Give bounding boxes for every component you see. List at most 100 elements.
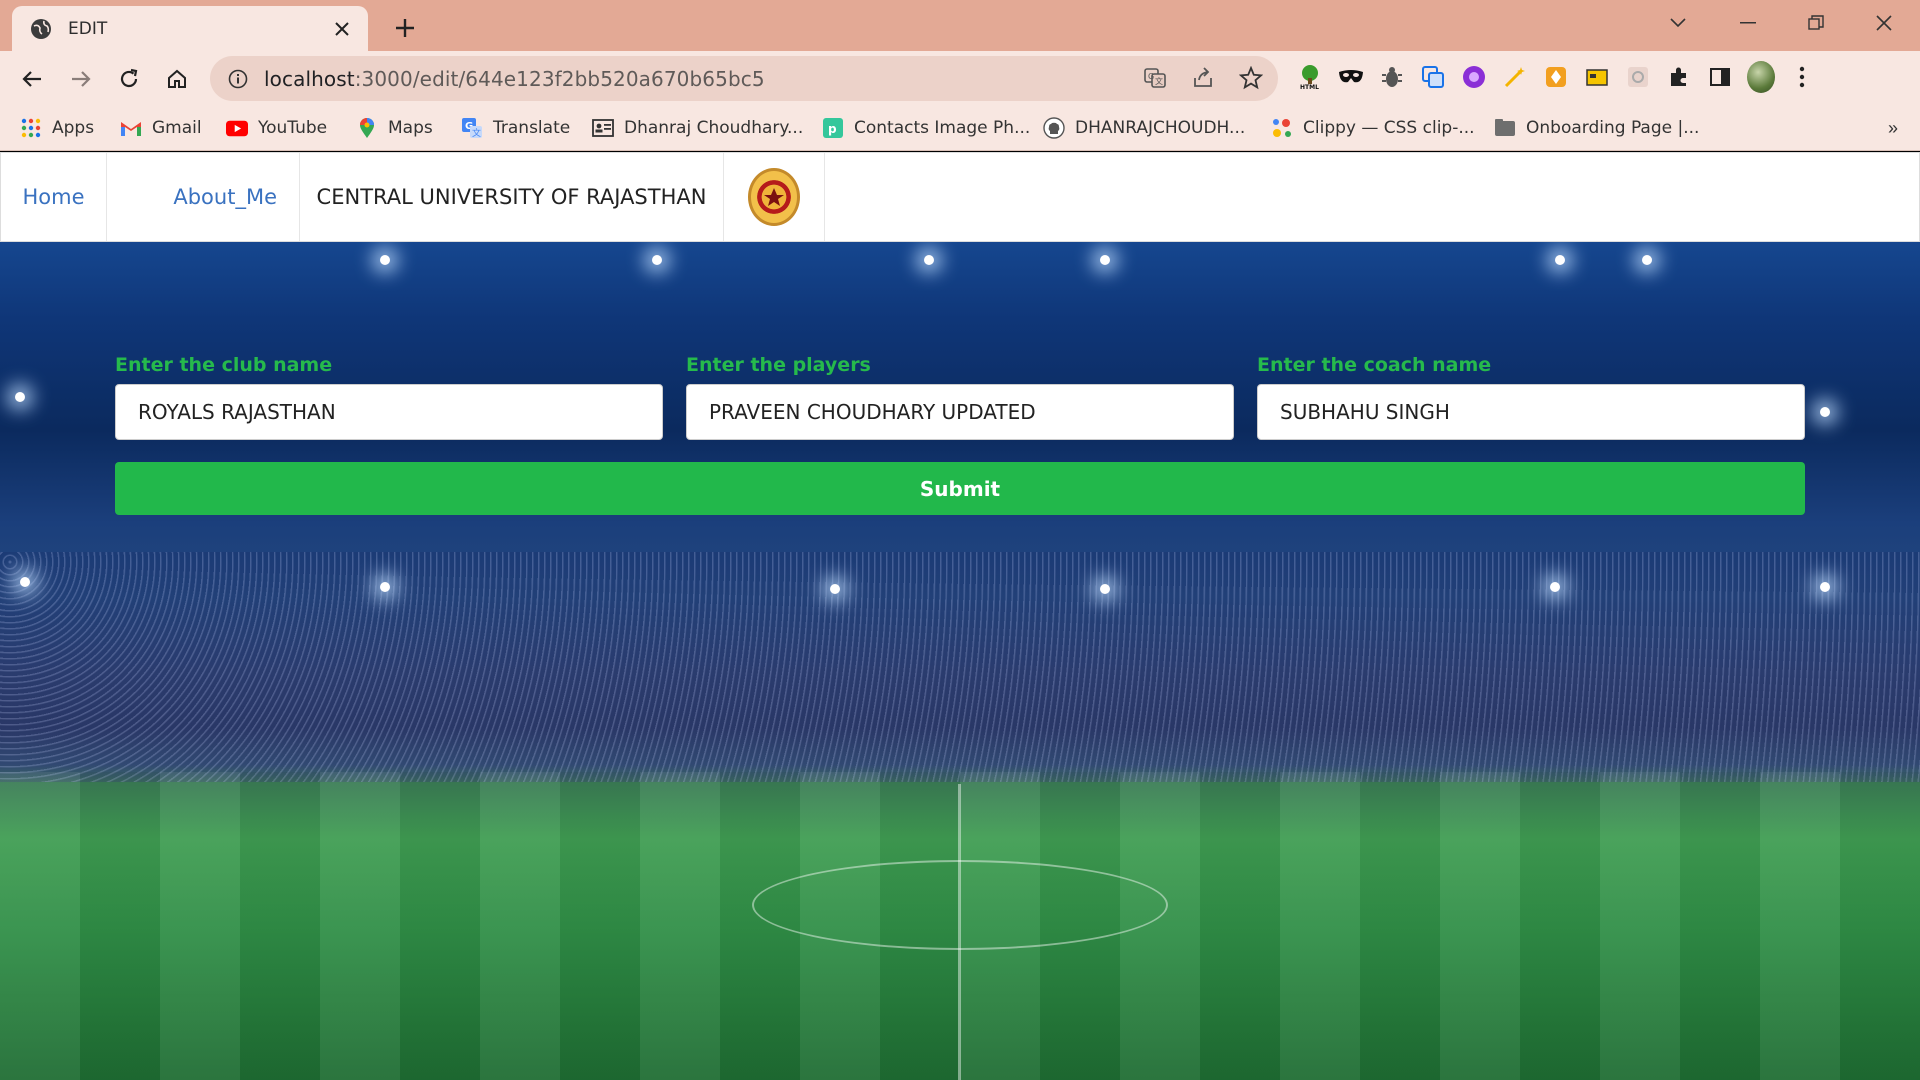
wand-extension-icon[interactable]	[1501, 63, 1529, 91]
stadium-light	[20, 577, 30, 587]
coach-label: Enter the coach name	[1257, 354, 1492, 376]
bookmark-onboarding[interactable]: Onboarding Page |...	[1494, 115, 1699, 141]
coach-field: Enter the coach name	[1257, 352, 1805, 440]
bookmark-label: Contacts Image Ph...	[854, 118, 1031, 138]
bookmark-label: Onboarding Page |...	[1526, 118, 1700, 138]
translate-icon: G文	[461, 117, 483, 139]
orange-extension-icon[interactable]	[1542, 63, 1570, 91]
stadium-light	[15, 392, 25, 402]
new-tab-button[interactable]	[390, 13, 420, 43]
nav-home-link[interactable]: Home	[22, 185, 84, 209]
reload-icon[interactable]	[112, 62, 146, 96]
bookmark-youtube[interactable]: YouTube	[226, 115, 327, 141]
browser-toolbar: localhost:3000/edit/644e123f2bb520a670b6…	[0, 51, 1920, 106]
gmail-icon	[120, 117, 142, 139]
bookmark-clippy[interactable]: Clippy — CSS clip-...	[1271, 115, 1475, 141]
svg-text:文: 文	[472, 127, 481, 139]
bookmark-label: Translate	[493, 118, 571, 138]
browser-tab[interactable]: EDIT	[12, 6, 368, 51]
club-field: Enter the club name	[115, 352, 663, 440]
players-label: Enter the players	[686, 354, 871, 376]
nav-logo-cell	[724, 153, 825, 241]
club-name-input[interactable]	[115, 384, 663, 440]
nav-about-cell: About_Me	[107, 153, 300, 241]
bookmark-dhanraj[interactable]: Dhanraj Choudhary...	[592, 115, 803, 141]
stadium-light	[1820, 407, 1830, 417]
window-close-icon[interactable]	[1862, 8, 1906, 38]
bookmark-label: Apps	[52, 118, 95, 138]
bookmark-label: YouTube	[258, 118, 328, 138]
bookmark-apps[interactable]: Apps	[20, 115, 94, 141]
gear-extension-icon[interactable]	[1624, 63, 1652, 91]
youtube-icon	[226, 117, 248, 139]
tab-search-icon[interactable]	[1656, 8, 1700, 38]
bookmark-maps[interactable]: Maps	[356, 115, 433, 141]
translate-page-icon[interactable]: G文	[1142, 65, 1168, 91]
stadium-light	[652, 255, 662, 265]
folder-icon	[1494, 117, 1516, 139]
side-panel-icon[interactable]	[1706, 63, 1734, 91]
url-text: localhost:3000/edit/644e123f2bb520a670b6…	[264, 67, 765, 91]
pitch-center-circle	[752, 860, 1168, 950]
page-content: Home About_Me CENTRAL UNIVERSITY OF RAJA…	[0, 152, 1920, 1080]
club-label: Enter the club name	[115, 354, 333, 376]
browser-tabstrip: EDIT	[0, 0, 1920, 51]
stadium-light	[1555, 255, 1565, 265]
site-info-icon[interactable]	[226, 67, 250, 91]
github-icon	[1043, 117, 1065, 139]
coach-name-input[interactable]	[1257, 384, 1805, 440]
page-title: CENTRAL UNIVERSITY OF RAJASTHAN	[316, 185, 707, 209]
mask-extension-icon[interactable]	[1337, 63, 1365, 91]
svg-text:文: 文	[1155, 76, 1163, 86]
svg-text:G: G	[1148, 72, 1154, 81]
more-menu-icon[interactable]	[1788, 63, 1816, 91]
extensions-area: HTML	[1296, 61, 1816, 93]
bookmark-label: Gmail	[152, 118, 202, 138]
stadium-light	[1642, 255, 1652, 265]
bookmark-star-icon[interactable]	[1238, 65, 1264, 91]
minimize-icon[interactable]	[1726, 8, 1770, 38]
nav-home-cell: Home	[1, 153, 107, 241]
share-icon[interactable]	[1190, 65, 1216, 91]
close-icon[interactable]	[330, 17, 354, 41]
svg-text:p: p	[828, 122, 837, 136]
stadium-light	[380, 255, 390, 265]
id-card-icon	[592, 117, 614, 139]
players-field: Enter the players	[686, 352, 1234, 440]
copy-extension-icon[interactable]	[1419, 63, 1447, 91]
home-icon[interactable]	[160, 62, 194, 96]
bookmark-github[interactable]: DHANRAJCHOUDH...	[1043, 115, 1245, 141]
puzzle-icon[interactable]	[1665, 63, 1693, 91]
purple-extension-icon[interactable]	[1460, 63, 1488, 91]
stadium-light	[1100, 584, 1110, 594]
stadium-light	[924, 255, 934, 265]
stadium-light	[1550, 582, 1560, 592]
site-navbar: Home About_Me CENTRAL UNIVERSITY OF RAJA…	[0, 152, 1920, 242]
tab-title: EDIT	[68, 18, 108, 39]
folder-extension-icon[interactable]	[1583, 63, 1611, 91]
stadium-light	[1100, 255, 1110, 265]
forward-icon[interactable]	[64, 62, 98, 96]
submit-button[interactable]: Submit	[115, 462, 1805, 515]
stadium-light	[380, 582, 390, 592]
avatar[interactable]	[1747, 61, 1775, 93]
back-icon[interactable]	[15, 62, 49, 96]
url-path: :3000/edit/644e123f2bb520a670b65bc5	[354, 66, 765, 91]
bookmarks-bar: Apps Gmail YouTube Maps G文 Translate Dha…	[0, 106, 1920, 151]
nav-about-link[interactable]: About_Me	[173, 185, 277, 209]
bookmark-contacts[interactable]: p Contacts Image Ph...	[822, 115, 1030, 141]
contacts-icon: p	[822, 117, 844, 139]
bookmark-gmail[interactable]: Gmail	[120, 115, 202, 141]
svg-text:HTML: HTML	[1300, 84, 1319, 90]
apps-grid-icon	[20, 117, 42, 139]
restore-icon[interactable]	[1794, 8, 1838, 38]
university-seal-icon	[748, 168, 800, 226]
url-host: localhost	[264, 66, 355, 91]
bookmark-translate[interactable]: G文 Translate	[461, 115, 570, 141]
address-bar[interactable]: localhost:3000/edit/644e123f2bb520a670b6…	[210, 56, 1278, 101]
players-input[interactable]	[686, 384, 1234, 440]
bug-extension-icon[interactable]	[1378, 63, 1406, 91]
html-tree-extension-icon[interactable]: HTML	[1296, 63, 1324, 91]
bookmarks-overflow-icon[interactable]: »	[1888, 118, 1898, 139]
bookmark-label: Dhanraj Choudhary...	[624, 118, 804, 138]
